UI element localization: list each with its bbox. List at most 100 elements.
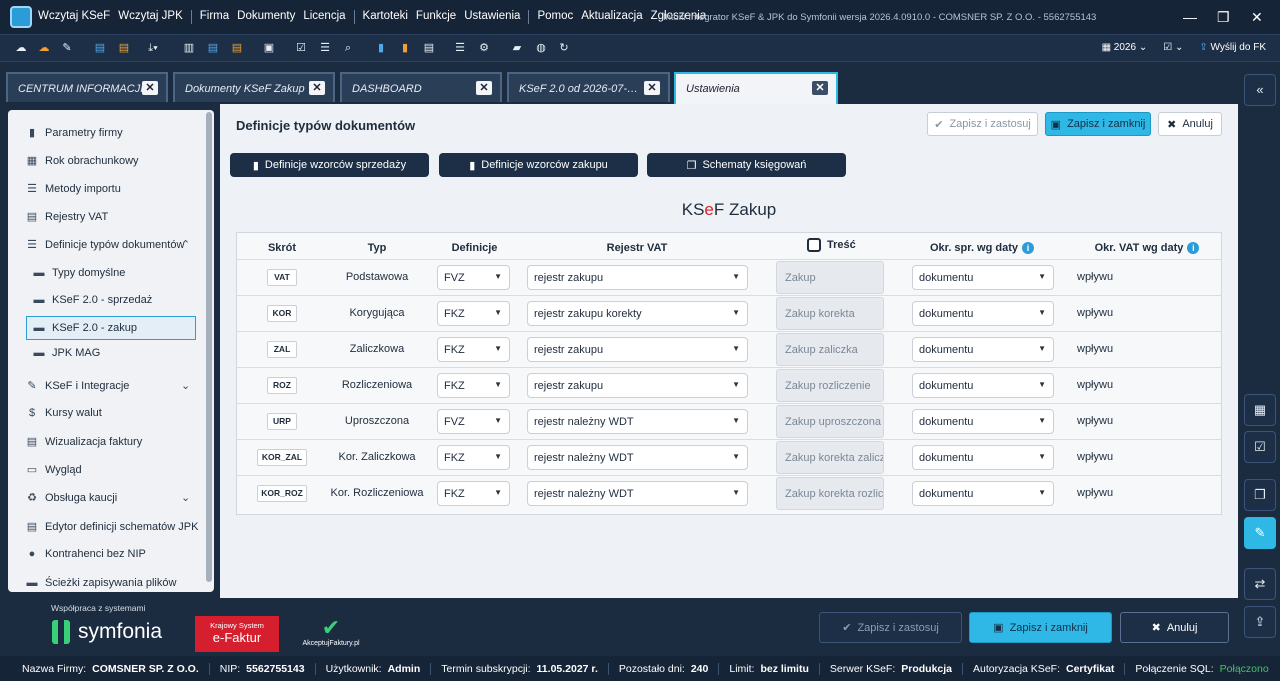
sidebar-item[interactable]: ▤ Wizualizacja faktury: [26, 435, 142, 449]
sidebar-item[interactable]: ▬ KSeF 2.0 - zakup: [26, 316, 196, 340]
menu-aktualizacja[interactable]: Aktualizacja: [581, 10, 642, 24]
tab-dashboard[interactable]: DASHBOARD ✕: [340, 72, 502, 102]
edit-icon[interactable]: ✎: [1244, 517, 1276, 549]
sidebar-item[interactable]: ▬ KSeF 2.0 - sprzedaż: [33, 294, 153, 306]
vat-register-select[interactable]: rejestr należny WDT ▼: [527, 409, 748, 434]
upload-icon[interactable]: ⇪: [1244, 606, 1276, 638]
apply-button[interactable]: ✔ Zapisz i zastosuj: [927, 112, 1038, 136]
vat-register-select[interactable]: rejestr zakupu korekty ▼: [527, 301, 748, 326]
period-date-select[interactable]: dokumentu ▼: [912, 337, 1054, 362]
menu-funkcje[interactable]: Funkcje: [416, 10, 456, 24]
definition-select[interactable]: FKZ ▼: [437, 481, 510, 506]
sidebar-item[interactable]: ▭ Wygląd: [26, 463, 82, 477]
collapse-icon[interactable]: «: [1244, 74, 1276, 106]
calendar-check-icon[interactable]: ☑: [1244, 431, 1276, 463]
sidebar-item[interactable]: ▬ JPK MAG: [33, 347, 101, 359]
minimize-button[interactable]: —: [1183, 9, 1197, 25]
search-icon[interactable]: ⌕: [340, 41, 356, 55]
export-icon[interactable]: ▣: [261, 41, 277, 55]
footer-save-close-button[interactable]: ▣ Zapisz i zamknij: [969, 612, 1112, 643]
document-icon[interactable]: ▤: [421, 41, 437, 55]
list-icon[interactable]: ☰: [317, 41, 333, 55]
sidebar-item[interactable]: ☰ Metody importu: [26, 182, 121, 196]
close-icon[interactable]: ✕: [142, 81, 158, 95]
download-icon[interactable]: ⤓▾: [142, 41, 164, 55]
close-icon[interactable]: ✕: [644, 81, 660, 95]
sidebar-item[interactable]: $ Kursy walut: [26, 407, 102, 419]
copy-icon[interactable]: ❐: [1244, 479, 1276, 511]
document-icon[interactable]: ▤: [116, 41, 132, 55]
footer-cancel-button[interactable]: ✖ Anuluj: [1120, 612, 1229, 643]
sidebar-item[interactable]: ▬ Typy domyślne: [33, 267, 126, 279]
bookmark-icon[interactable]: ▮: [397, 41, 413, 55]
definition-select[interactable]: FKZ ▼: [437, 445, 510, 470]
maximize-button[interactable]: ❐: [1217, 9, 1230, 26]
chevron-icon[interactable]: ⌄: [181, 491, 190, 504]
cancel-button[interactable]: ✖ Anuluj: [1158, 112, 1222, 136]
akceptuj-logo[interactable]: ✔ AkceptujFaktury.pl: [296, 616, 366, 648]
transfer-icon[interactable]: ⇄: [1244, 568, 1276, 600]
save-close-button[interactable]: ▣ Zapisz i zamknij: [1045, 112, 1151, 136]
definition-select[interactable]: FVZ ▼: [437, 265, 510, 290]
calendar-check-dropdown[interactable]: ☑ ⌄: [1163, 42, 1183, 53]
wrench-icon[interactable]: ✎: [59, 41, 75, 55]
sidebar-item[interactable]: ▬ Ścieżki zapisywania plików: [26, 577, 177, 589]
chart-icon[interactable]: ▥: [181, 41, 197, 55]
sidebar-item[interactable]: ✎ KSeF i Integracje ⌄: [26, 379, 190, 393]
menu-wczytaj-ksef[interactable]: Wczytaj KSeF: [38, 10, 110, 24]
content-field[interactable]: Zakup: [776, 261, 884, 294]
sidebar-item[interactable]: ☰ Definicje typów dokumentów ⌃: [26, 238, 190, 252]
content-field[interactable]: Zakup uproszczona: [776, 405, 884, 438]
send-to-fk-button[interactable]: ⇪ Wyślij do FK: [1199, 42, 1266, 53]
efaktura-logo[interactable]: Krajowy System e-Faktur: [195, 616, 279, 652]
document-icon[interactable]: ▤: [229, 41, 245, 55]
sales-patterns-button[interactable]: ▮ Definicje wzorców sprzedaży: [230, 153, 429, 177]
close-icon[interactable]: ✕: [476, 81, 492, 95]
close-icon[interactable]: ✕: [309, 81, 325, 95]
menu-wczytaj-jpk[interactable]: Wczytaj JPK: [118, 10, 183, 24]
content-field[interactable]: Zakup rozliczenie: [776, 369, 884, 402]
content-field[interactable]: Zakup korekta: [776, 297, 884, 330]
menu-dokumenty[interactable]: Dokumenty: [237, 10, 295, 24]
footer-apply-button[interactable]: ✔ Zapisz i zastosuj: [819, 612, 962, 643]
menu-ustawienia[interactable]: Ustawienia: [464, 10, 520, 24]
book-icon[interactable]: ▰: [509, 41, 525, 55]
sidebar-scrollbar[interactable]: [206, 112, 212, 582]
year-selector[interactable]: ▦ 2026 ⌄: [1102, 42, 1148, 53]
sidebar-item[interactable]: ▤ Edytor definicji schematów JPK: [26, 520, 199, 534]
period-date-select[interactable]: dokumentu ▼: [912, 301, 1054, 326]
menu-pomoc[interactable]: Pomoc: [537, 10, 573, 24]
document-icon[interactable]: ▤: [205, 41, 221, 55]
content-field[interactable]: Zakup zaliczka: [776, 333, 884, 366]
tab-ksef-2-0[interactable]: KSeF 2.0 od 2026-07-29 do ...✕: [507, 72, 670, 102]
refresh-icon[interactable]: ↻: [556, 41, 572, 55]
period-date-select[interactable]: dokumentu ▼: [912, 373, 1054, 398]
sidebar-item[interactable]: ♻ Obsługa kaucji ⌄: [26, 491, 190, 505]
vat-register-select[interactable]: rejestr należny WDT ▼: [527, 481, 748, 506]
definition-select[interactable]: FKZ ▼: [437, 373, 510, 398]
posting-schemes-button[interactable]: ❐ Schematy księgowań: [647, 153, 846, 177]
period-date-select[interactable]: dokumentu ▼: [912, 445, 1054, 470]
sidebar-item[interactable]: ▮ Parametry firmy: [26, 126, 123, 140]
check-icon[interactable]: ☑: [293, 41, 309, 55]
definition-select[interactable]: FVZ ▼: [437, 409, 510, 434]
chevron-icon[interactable]: ⌃: [181, 238, 190, 251]
definition-select[interactable]: FKZ ▼: [437, 337, 510, 362]
menu-kartoteki[interactable]: Kartoteki: [363, 10, 408, 24]
symfonia-logo[interactable]: symfonia: [52, 620, 162, 644]
sidebar-item[interactable]: ● Kontrahenci bez NIP: [26, 548, 146, 560]
vat-register-select[interactable]: rejestr zakupu ▼: [527, 373, 748, 398]
tresc-checkbox[interactable]: [807, 238, 821, 252]
chevron-icon[interactable]: ⌄: [181, 379, 190, 392]
tab-dokumenty-ksef-zakup[interactable]: Dokumenty KSeF Zakup ✕: [173, 72, 335, 102]
tab-centrum-informacji[interactable]: CENTRUM INFORMACJI ✕: [6, 72, 168, 102]
period-date-select[interactable]: dokumentu ▼: [912, 265, 1054, 290]
calendar-icon[interactable]: ▦: [1244, 394, 1276, 426]
close-icon[interactable]: ✕: [812, 81, 828, 95]
definition-select[interactable]: FKZ ▼: [437, 301, 510, 326]
list-icon[interactable]: ☰: [452, 41, 468, 55]
close-button[interactable]: ✕: [1251, 9, 1263, 26]
sidebar-item[interactable]: ▤ Rejestry VAT: [26, 210, 108, 224]
globe-icon[interactable]: ◍: [533, 41, 549, 55]
document-icon[interactable]: ▤: [92, 41, 108, 55]
